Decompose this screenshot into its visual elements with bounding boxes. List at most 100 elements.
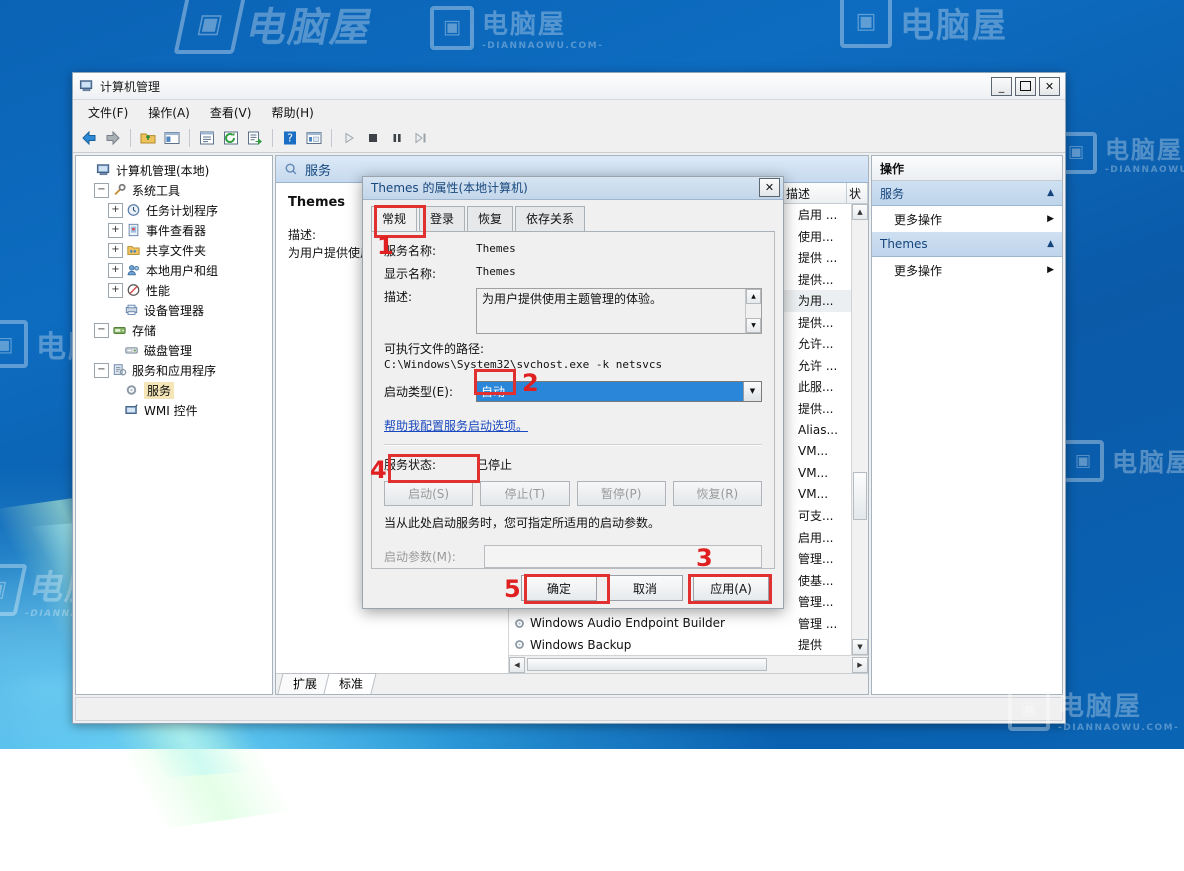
tree-items: − 系统工具 + 任务计划程序 + 事件查看器 + 共享文件夹 + 本地用户和组 + 性能 设备管理器 −…: [76, 180, 272, 420]
cell-description: 启用...: [798, 530, 834, 545]
chevron-down-icon[interactable]: ▼: [743, 381, 761, 401]
service-name-row: 服务名称: Themes: [384, 242, 762, 259]
list-horizontal-scrollbar[interactable]: ◀ ▶: [509, 655, 868, 673]
startup-type-select[interactable]: 自动 ▼: [476, 380, 762, 402]
start-parameters-note: 当从此处启动服务时，您可指定所适用的启动参数。: [384, 515, 661, 530]
tree-item-3[interactable]: + 事件查看器: [76, 220, 272, 240]
scroll-down-button[interactable]: ▼: [852, 639, 868, 655]
expand-icon[interactable]: +: [108, 262, 123, 278]
path-label: 可执行文件的路径:: [384, 341, 485, 356]
actions-section-themes[interactable]: Themes ▲: [872, 232, 1062, 257]
scroll-right-button[interactable]: ▶: [852, 656, 868, 673]
console-window-icon[interactable]: [303, 127, 325, 149]
up-folder-icon[interactable]: [137, 127, 159, 149]
column-header-status[interactable]: 状: [847, 183, 868, 203]
start-button[interactable]: 启动(S): [384, 480, 474, 506]
tree-item-7[interactable]: 设备管理器: [76, 300, 272, 320]
refresh-icon[interactable]: [220, 127, 242, 149]
console-tree[interactable]: 计算机管理(本地) − 系统工具 + 任务计划程序 + 事件查看器 + 共享文件夹 + 本地用户和…: [75, 155, 273, 695]
dialog-close-button[interactable]: ✕: [759, 178, 780, 198]
path-value: C:\Windows\System32\svchost.exe -k netsv…: [384, 357, 663, 371]
scroll-up-button[interactable]: ▲: [746, 288, 761, 304]
tab-general[interactable]: 常规: [371, 205, 418, 232]
list-vertical-scrollbar[interactable]: ▲ ▼: [851, 204, 868, 655]
tab-logon[interactable]: 登录: [419, 205, 466, 231]
forward-arrow-icon[interactable]: [102, 127, 124, 149]
collapse-icon[interactable]: −: [94, 182, 109, 198]
tree-item-12[interactable]: WMI 控件: [76, 400, 272, 420]
collapse-icon[interactable]: −: [94, 362, 109, 378]
action-more-actions-services[interactable]: 更多操作 ▶: [872, 206, 1062, 232]
description-scrollbar[interactable]: ▲ ▼: [745, 288, 761, 333]
tree-item-5[interactable]: + 本地用户和组: [76, 260, 272, 280]
actions-section-services-label: 服务: [880, 186, 905, 201]
ok-button[interactable]: 确定: [521, 575, 597, 602]
description-textarea[interactable]: 为用户提供使用主题管理的体验。 ▲ ▼: [476, 287, 762, 334]
table-row[interactable]: Windows Backup 提供: [509, 634, 868, 655]
expand-icon[interactable]: +: [108, 282, 123, 298]
tree-item-4[interactable]: + 共享文件夹: [76, 240, 272, 260]
description-value: 为用户提供使用主题管理的体验。: [482, 291, 663, 306]
expand-icon[interactable]: +: [108, 222, 123, 238]
back-arrow-icon[interactable]: [78, 127, 100, 149]
cell-description: 管理...: [798, 552, 834, 567]
action-more-actions-themes[interactable]: 更多操作 ▶: [872, 257, 1062, 283]
menu-file[interactable]: 文件(F): [79, 101, 137, 124]
help-icon[interactable]: ?: [279, 127, 301, 149]
properties-icon[interactable]: [196, 127, 218, 149]
expand-icon[interactable]: +: [108, 242, 123, 258]
startup-help-link[interactable]: 帮助我配置服务启动选项。: [384, 417, 528, 434]
tree-item-2[interactable]: + 任务计划程序: [76, 200, 272, 220]
collapse-icon[interactable]: −: [94, 322, 109, 338]
export-list-icon[interactable]: [244, 127, 266, 149]
service-control-buttons: 启动(S) 停止(T) 暂停(P) 恢复(R): [384, 480, 762, 506]
show-tree-icon[interactable]: [161, 127, 183, 149]
tree-item-label: 服务和应用程序: [132, 363, 217, 378]
cell-description: VM...: [798, 487, 829, 502]
scroll-up-button[interactable]: ▲: [852, 204, 868, 220]
scroll-down-button[interactable]: ▼: [746, 317, 761, 333]
tab-extended[interactable]: 扩展: [277, 673, 331, 694]
menu-action[interactable]: 操作(A): [139, 101, 199, 124]
minimize-button[interactable]: _: [991, 76, 1012, 96]
close-button[interactable]: ✕: [1039, 76, 1060, 96]
maximize-button[interactable]: [1015, 76, 1036, 96]
cell-description: 管理 ...: [798, 616, 838, 631]
tree-item-6[interactable]: + 性能: [76, 280, 272, 300]
cell-description: 允许...: [798, 337, 834, 352]
tree-item-8[interactable]: − 存储: [76, 320, 272, 340]
column-header-description[interactable]: 描述: [780, 183, 847, 203]
dialog-footer: 确定 取消 应用(A): [363, 569, 783, 608]
tree-root[interactable]: 计算机管理(本地): [76, 160, 272, 180]
menu-view[interactable]: 查看(V): [201, 101, 261, 124]
gear-icon: [515, 618, 524, 628]
resume-button[interactable]: 恢复(R): [672, 480, 762, 506]
scroll-left-button[interactable]: ◀: [509, 656, 525, 673]
cell-description: 为用...: [798, 294, 834, 309]
expand-icon[interactable]: +: [108, 202, 123, 218]
stop-button[interactable]: 停止(T): [480, 480, 570, 506]
pause-button[interactable]: 暂停(P): [576, 480, 666, 506]
cell-description: VM...: [798, 465, 829, 480]
actions-section-services[interactable]: 服务 ▲: [872, 181, 1062, 206]
tree-item-1[interactable]: − 系统工具: [76, 180, 272, 200]
apply-button[interactable]: 应用(A): [693, 575, 769, 602]
dialog-tabs: 常规 登录 恢复 依存关系: [363, 200, 783, 232]
tree-item-label: WMI 控件: [144, 403, 198, 418]
tree-item-9[interactable]: 磁盘管理: [76, 340, 272, 360]
tab-recovery[interactable]: 恢复: [467, 205, 514, 231]
chevron-up-icon[interactable]: ▲: [1047, 188, 1054, 198]
cell-description: 此服...: [798, 380, 834, 395]
tab-standard[interactable]: 标准: [323, 673, 377, 694]
table-row[interactable]: Windows Audio Endpoint Builder管理 ...已: [509, 613, 868, 635]
menu-help[interactable]: 帮助(H): [262, 101, 322, 124]
hscroll-thumb[interactable]: [527, 658, 767, 671]
tree-item-10[interactable]: − 服务和应用程序: [76, 360, 272, 380]
tab-dependencies[interactable]: 依存关系: [515, 205, 586, 231]
startup-type-row: 启动类型(E): 自动 ▼: [384, 380, 762, 402]
cancel-button[interactable]: 取消: [607, 575, 683, 602]
scroll-thumb[interactable]: [853, 472, 867, 520]
start-parameters-input[interactable]: [484, 544, 762, 568]
chevron-up-icon[interactable]: ▲: [1047, 239, 1054, 249]
tree-item-11[interactable]: 服务: [76, 380, 272, 400]
